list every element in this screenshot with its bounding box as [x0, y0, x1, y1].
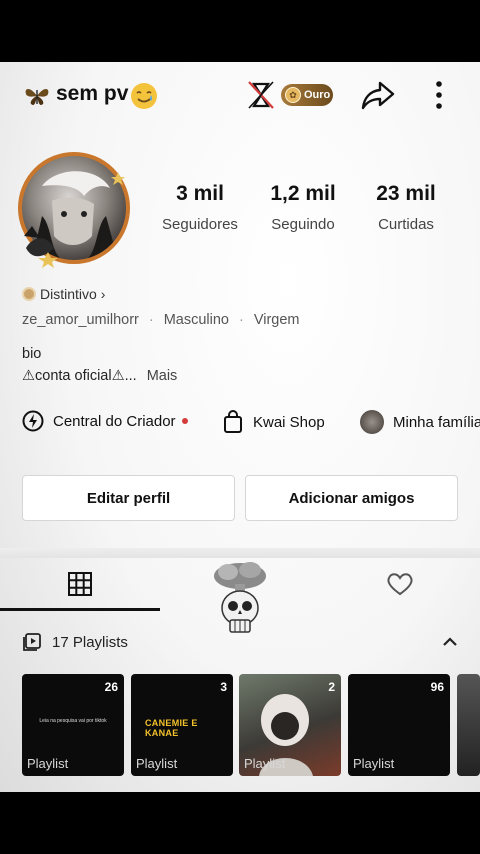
likes-count: 23 mil — [376, 182, 436, 205]
gender: Masculino — [163, 312, 229, 328]
bio-more-link[interactable]: Mais — [147, 368, 178, 384]
more-options-icon[interactable] — [429, 79, 449, 111]
family-avatar — [360, 410, 384, 434]
bio-title: bio — [22, 346, 42, 362]
chevron-up-icon[interactable] — [440, 632, 460, 652]
creator-center-label: Central do Criador — [53, 412, 176, 430]
bio-text: ⚠conta oficial⚠... — [22, 368, 137, 384]
playlist-thumb-text: Leia na pesquisa vai por tiktok — [39, 718, 107, 724]
avatar-art — [32, 171, 118, 260]
kwai-shop-label: Kwai Shop — [253, 413, 325, 431]
edit-profile-button[interactable]: Editar perfil — [22, 475, 235, 521]
following-label: Seguindo — [271, 216, 335, 233]
playlists-count-label: 17 Playlists — [52, 634, 128, 651]
share-icon[interactable] — [360, 78, 396, 112]
followers-count: 3 mil — [176, 182, 224, 205]
grid-icon — [68, 572, 92, 596]
playlist-card[interactable]: Leia na pesquisa vai por tiktok 26 Playl… — [22, 674, 124, 776]
followers-label: Seguidores — [162, 216, 238, 233]
add-friends-button[interactable]: Adicionar amigos — [245, 475, 458, 521]
shopping-bag-icon — [224, 410, 242, 433]
kwai-shop-link[interactable]: Kwai Shop — [222, 410, 325, 434]
likes-stat[interactable]: 23 mil Curtidas — [356, 182, 456, 233]
following-count: 1,2 mil — [270, 182, 336, 205]
tab-posts[interactable] — [0, 558, 160, 610]
zodiac-sign: Virgem — [253, 312, 300, 328]
tearful-smile-emoji-icon — [131, 83, 157, 109]
profile-name: sem pv — [56, 82, 129, 105]
likes-label: Curtidas — [378, 216, 434, 233]
playlist-card[interactable]: CANEMIE E KANAE 3 Playlist — [131, 674, 233, 776]
playlist-caption: Playlist — [244, 756, 286, 771]
playlist-caption: Playlist — [353, 756, 395, 771]
heart-icon — [387, 573, 413, 596]
tab-likes[interactable] — [320, 558, 480, 610]
quick-links: Central do Criador Kwai Shop Minha famíl… — [0, 406, 480, 442]
playlist-count: 3 — [220, 680, 227, 694]
username: ze_amor_umilhorr — [22, 312, 139, 328]
profile-screen: sem pv ✿ Ouro 3 mil Seguidores 1,2 mil S… — [0, 62, 480, 792]
section-divider — [0, 548, 480, 558]
profile-meta: ze_amor_umilhorr · Masculino · Virgem — [22, 312, 300, 328]
playlist-icon — [23, 633, 41, 651]
butterfly-icon — [25, 89, 49, 105]
playlist-caption: Playlist — [136, 756, 178, 771]
active-tab-indicator — [0, 608, 160, 611]
following-stat[interactable]: 1,2 mil Seguindo — [253, 182, 353, 233]
level-badge-label: Ouro — [304, 89, 331, 101]
playlist-caption: Playlist — [27, 756, 69, 771]
separator-dot: · — [148, 312, 154, 328]
badge-link[interactable]: Distintivo › — [22, 286, 105, 302]
playlist-count: 96 — [430, 680, 444, 694]
header-bar: sem pv ✿ Ouro — [0, 62, 480, 128]
separator-dot: · — [238, 312, 244, 328]
followers-stat[interactable]: 3 mil Seguidores — [150, 182, 250, 233]
paw-coin-icon: ✿ — [285, 87, 301, 103]
playlists-header[interactable]: 17 Playlists — [0, 622, 480, 664]
level-badge[interactable]: ✿ Ouro — [281, 84, 333, 106]
badge-link-label: Distintivo — [40, 286, 97, 302]
lightning-circle-icon — [22, 410, 44, 432]
chevron-right-icon: › — [100, 286, 106, 302]
playlist-thumb-text: CANEMIE E KANAE — [145, 718, 198, 738]
playlist-card-partial[interactable] — [457, 674, 480, 776]
my-family-link[interactable]: Minha família — [360, 410, 480, 434]
playlist-count: 2 — [328, 680, 335, 694]
notification-dot — [181, 418, 188, 424]
crossed-hourglass-icon[interactable] — [244, 78, 278, 112]
avatar[interactable] — [18, 152, 130, 264]
playlist-count: 26 — [104, 680, 118, 694]
badge-icon — [22, 287, 36, 301]
playlist-card[interactable]: 96 Playlist — [348, 674, 450, 776]
creator-center-link[interactable]: Central do Criador — [22, 410, 188, 432]
bio-text-row: ⚠conta oficial⚠... Mais — [22, 368, 177, 384]
playlist-card[interactable]: 2 Playlist — [239, 674, 341, 776]
my-family-label: Minha família — [393, 413, 480, 431]
